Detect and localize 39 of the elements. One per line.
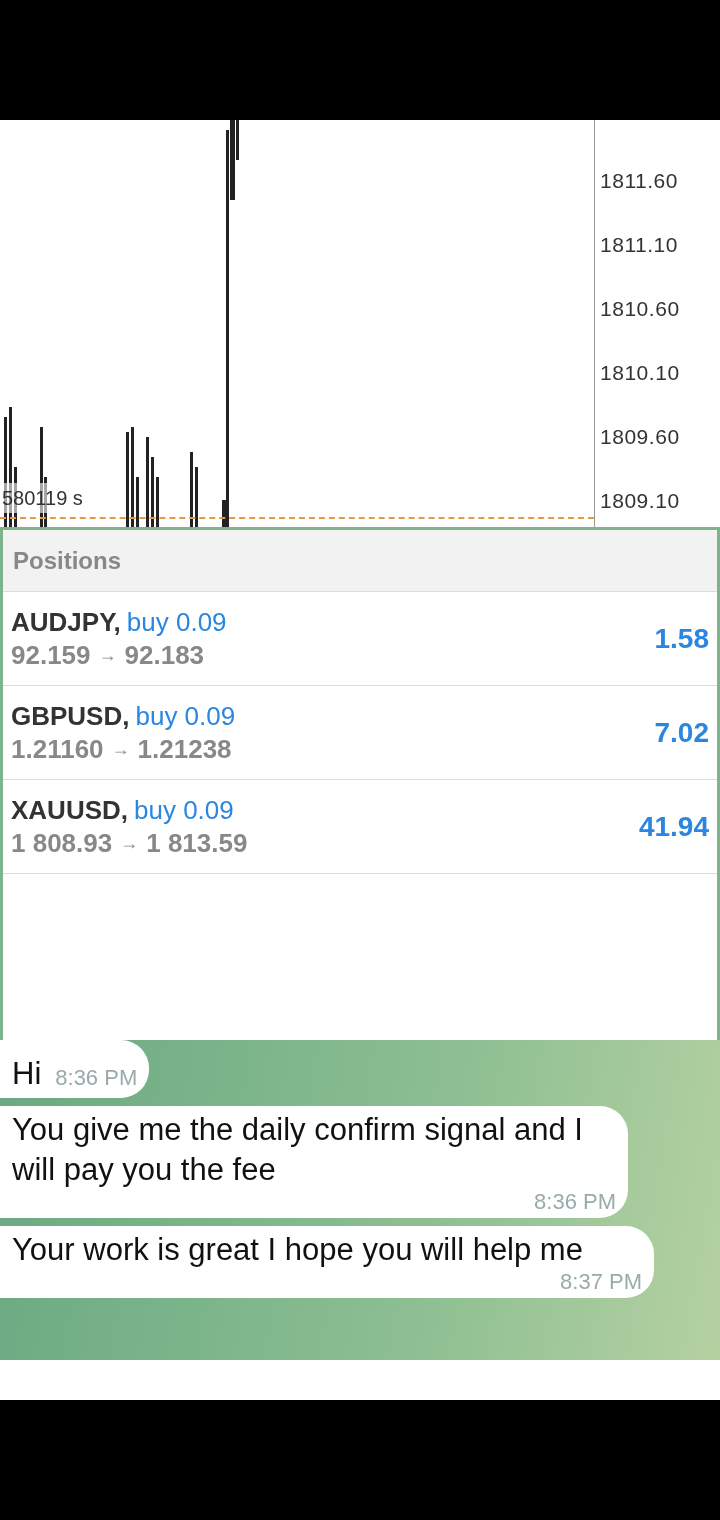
- candle: [151, 457, 154, 527]
- current-price: 1 813.59: [146, 826, 248, 860]
- current-price: 1.21238: [137, 732, 232, 766]
- message-time: 8:37 PM: [560, 1270, 642, 1294]
- message-time: 8:36 PM: [534, 1190, 616, 1214]
- open-price: 1.21160: [11, 732, 104, 766]
- profit-value: 41.94: [638, 809, 709, 844]
- symbol-label: AUDJPY,: [11, 605, 121, 639]
- position-row[interactable]: AUDJPY, buy 0.09 92.159 → 92.183 1.58: [3, 592, 717, 686]
- position-row[interactable]: GBPUSD, buy 0.09 1.21160 → 1.21238 7.02: [3, 686, 717, 780]
- current-price: 92.183: [124, 638, 205, 672]
- profit-value: 1.58: [654, 621, 709, 656]
- arrow-glyph: →: [98, 643, 117, 667]
- symbol-label: GBPUSD,: [11, 699, 130, 733]
- order-label: buy 0.09: [135, 699, 236, 733]
- message-text: You give me the daily confirm signal and I will pay you the fee: [12, 1111, 584, 1189]
- chart-label: 580119 s: [2, 483, 83, 513]
- price-label: 1810.60: [600, 296, 680, 321]
- price-label: 1809.10: [600, 488, 680, 513]
- price-label: 1811.60: [600, 168, 680, 193]
- price-label: 1810.10: [600, 360, 680, 385]
- section-header: Positions: [3, 530, 717, 592]
- message-time: 8:36 PM: [55, 1064, 138, 1092]
- order-label: buy 0.09: [134, 793, 234, 827]
- open-price: 1 808.93: [11, 826, 113, 860]
- candle: [156, 477, 159, 527]
- arrow-glyph: →: [111, 737, 130, 761]
- price-label: 1811.10: [600, 232, 680, 257]
- position-row[interactable]: XAUUSD, buy 0.09 1 808.93 → 1 813.59 41.94: [3, 780, 717, 874]
- order-label: buy 0.09: [126, 605, 227, 639]
- message-text: Your work is great I hope you will help me: [12, 1231, 583, 1269]
- candle: [136, 477, 139, 527]
- message-text: Hi: [12, 1055, 42, 1093]
- open-price: 92.159: [11, 638, 91, 672]
- candle: [195, 467, 198, 527]
- arrow-glyph: →: [120, 831, 139, 855]
- symbol-label: XAUUSD,: [11, 793, 128, 827]
- price-label: 1809.60: [600, 424, 680, 449]
- profit-value: 7.02: [654, 715, 709, 750]
